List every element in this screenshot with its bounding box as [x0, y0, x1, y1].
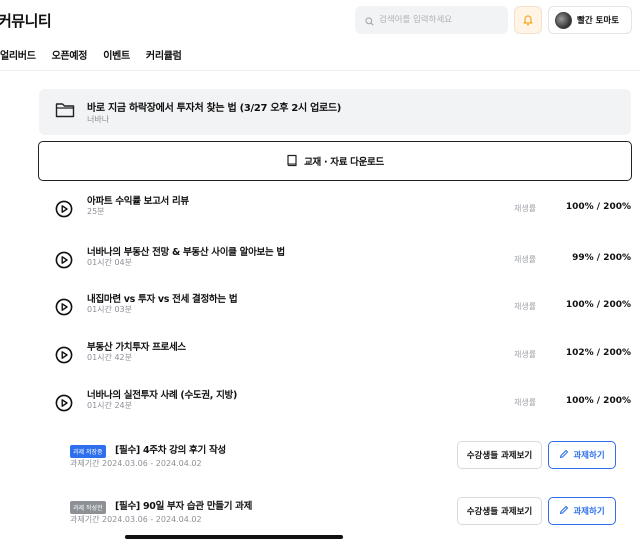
- lesson-item[interactable]: 너바나의 실전투자 사례 (수도권, 지방) 01시간 24분 재생률 100%…: [39, 384, 633, 424]
- folder-title: 바로 지금 하락장에서 투자처 찾는 법 (3/27 오후 2시 업로드): [87, 103, 342, 114]
- book-icon: [286, 152, 298, 171]
- assignment-period: 과제기간 2024.03.06 - 2024.04.02: [70, 515, 202, 524]
- avatar: [555, 11, 572, 29]
- play-circle-icon[interactable]: [55, 346, 73, 364]
- lesson-item[interactable]: 부동산 가치투자 프로세스 01시간 42분 재생률 102% / 200%: [39, 336, 633, 376]
- divider: [0, 70, 640, 71]
- lesson-duration: 01시간 42분: [87, 353, 132, 362]
- lesson-title: 아파트 수익률 보고서 리뷰: [87, 196, 189, 207]
- play-circle-icon[interactable]: [55, 251, 73, 269]
- do-assignment-button[interactable]: 과제하기: [548, 441, 616, 469]
- search-icon: [365, 11, 374, 30]
- rate-label: 재생률: [514, 302, 537, 311]
- view-submissions-button[interactable]: 수강생들 과제보기: [457, 441, 542, 469]
- rate-value: 100% / 200%: [565, 300, 631, 310]
- nav-item-upcoming[interactable]: 오픈예정: [52, 47, 88, 62]
- assignment-item: 과제 저장중 [필수] 4주차 강의 후기 작성 과제기간 2024.03.06…: [39, 441, 633, 477]
- pencil-icon: [559, 449, 569, 462]
- view-submissions-button[interactable]: 수강생들 과제보기: [457, 497, 542, 525]
- pencil-icon: [559, 505, 569, 518]
- do-assignment-button[interactable]: 과제하기: [548, 497, 616, 525]
- rate-value: 100% / 200%: [565, 396, 631, 406]
- lesson-title: 내집마련 vs 투자 vs 전세 결정하는 법: [87, 294, 238, 305]
- assignment-period: 과제기간 2024.03.06 - 2024.04.02: [70, 459, 202, 468]
- assignment-item: 과제 작성전 [필수] 90일 부자 습관 만들기 과제 과제기간 2024.0…: [39, 497, 633, 533]
- bell-icon: [522, 11, 534, 30]
- do-assignment-label: 과제하기: [573, 451, 605, 461]
- profile-name: 빨간 토마토: [577, 16, 620, 26]
- view-submissions-label: 수강생들 과제보기: [466, 451, 533, 461]
- download-label: 교재 · 자료 다운로드: [304, 157, 384, 168]
- search-input[interactable]: [379, 15, 499, 25]
- view-submissions-label: 수강생들 과제보기: [466, 507, 533, 517]
- nav-item-earlybird[interactable]: 얼리버드: [0, 47, 36, 62]
- rate-label: 재생률: [514, 350, 537, 359]
- do-assignment-label: 과제하기: [573, 507, 605, 517]
- lesson-title: 너바나의 실전투자 사례 (수도권, 지방): [87, 390, 238, 401]
- lesson-duration: 25분: [87, 207, 105, 216]
- download-materials-button[interactable]: 교재 · 자료 다운로드: [38, 141, 632, 181]
- rate-value: 100% / 200%: [565, 202, 631, 212]
- page-title: 커뮤니티: [0, 12, 52, 30]
- lesson-duration: 01시간 03분: [87, 305, 132, 314]
- rate-value: 102% / 200%: [565, 348, 631, 358]
- rate-label: 재생률: [514, 204, 537, 213]
- lesson-title: 너바나의 부동산 전망 & 부동산 사이클 알아보는 법: [87, 247, 285, 258]
- assignment-title: [필수] 90일 부자 습관 만들기 과제: [115, 501, 253, 512]
- rate-label: 재생률: [514, 398, 537, 407]
- home-indicator: [125, 535, 343, 539]
- nav-item-event[interactable]: 이벤트: [103, 47, 130, 62]
- top-bar: 커뮤니티 빨간 토마토: [0, 0, 640, 38]
- folder-icon: [55, 102, 75, 122]
- play-circle-icon[interactable]: [55, 394, 73, 412]
- status-badge: 과제 저장중: [70, 445, 106, 458]
- lesson-item[interactable]: 아파트 수익률 보고서 리뷰 25분 재생률 100% / 200%: [39, 190, 633, 230]
- play-circle-icon[interactable]: [55, 298, 73, 316]
- assignment-title: [필수] 4주차 강의 후기 작성: [115, 445, 226, 456]
- lesson-item[interactable]: 너바나의 부동산 전망 & 부동산 사이클 알아보는 법 01시간 04분 재생…: [39, 241, 633, 281]
- lesson-item[interactable]: 내집마련 vs 투자 vs 전세 결정하는 법 01시간 03분 재생률 100…: [39, 288, 633, 328]
- lesson-duration: 01시간 04분: [87, 258, 132, 267]
- status-badge: 과제 작성전: [70, 501, 106, 514]
- rate-label: 재생률: [514, 255, 537, 264]
- search-box[interactable]: [355, 6, 508, 34]
- lesson-title: 부동산 가치투자 프로세스: [87, 342, 186, 353]
- notification-button[interactable]: [514, 6, 542, 34]
- nav-item-curriculum[interactable]: 커리큘럼: [146, 47, 182, 62]
- main-nav: 얼리버드 오픈예정 이벤트 커리큘럼: [0, 47, 182, 62]
- play-circle-icon[interactable]: [55, 200, 73, 218]
- section-folder[interactable]: 바로 지금 하락장에서 투자처 찾는 법 (3/27 오후 2시 업로드) 너바…: [39, 89, 631, 135]
- lesson-duration: 01시간 24분: [87, 401, 132, 410]
- folder-subtitle: 너바나: [87, 115, 110, 124]
- profile-button[interactable]: 빨간 토마토: [548, 6, 632, 34]
- rate-value: 99% / 200%: [572, 253, 631, 263]
